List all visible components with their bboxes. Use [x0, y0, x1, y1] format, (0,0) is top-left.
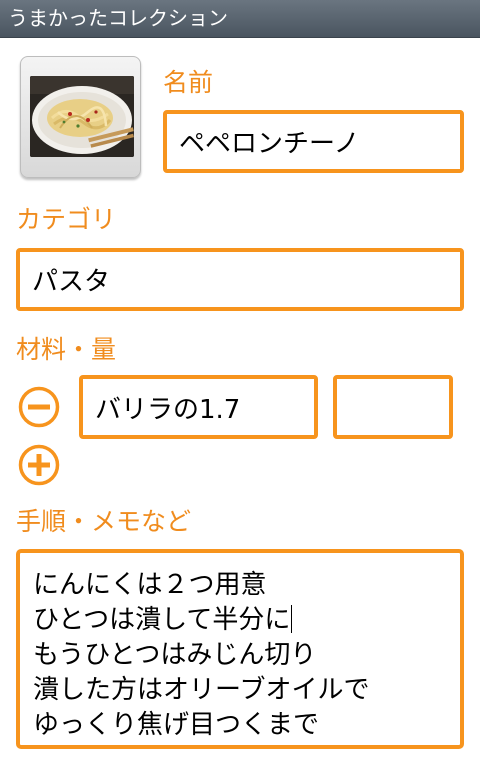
steps-label: 手順・メモなど: [16, 507, 192, 536]
remove-ingredient-button[interactable]: [18, 386, 60, 428]
name-field[interactable]: ペペロンチーノ: [163, 110, 464, 173]
category-value: パスタ: [32, 267, 111, 297]
steps-line: ゆっくり焦げ目つくまで: [33, 710, 320, 740]
steps-line: ひとつは潰して半分に: [33, 605, 291, 635]
app-titlebar: うまかったコレクション: [0, 0, 480, 38]
steps-line: もうひとつはみじん切り: [33, 640, 317, 670]
name-label: 名前: [163, 68, 214, 97]
photo-button[interactable]: [20, 56, 141, 178]
minus-circle-icon: [18, 386, 60, 428]
steps-line: 潰した方はオリーブオイルで: [33, 675, 370, 705]
pasta-plate-image: [30, 76, 134, 157]
category-label: カテゴリ: [16, 205, 117, 234]
plus-circle-icon: [18, 444, 60, 486]
category-field[interactable]: パスタ: [16, 248, 464, 311]
ingredient-item-field[interactable]: バリラの1.7: [79, 375, 318, 439]
app-title: うまかったコレクション: [8, 6, 228, 30]
steps-textarea[interactable]: にんにくは２つ用意 ひとつは潰して半分に もうひとつはみじん切り 潰した方はオリ…: [16, 549, 464, 749]
name-value: ペペロンチーノ: [179, 129, 360, 159]
steps-line: にんにくは２つ用意: [33, 570, 267, 600]
text-cursor: [291, 605, 293, 633]
ingredients-label: 材料・量: [16, 335, 117, 364]
steps-line-with-cursor: ひとつは潰して半分に: [33, 603, 460, 638]
dish-photo: [30, 76, 134, 157]
add-ingredient-button[interactable]: [18, 444, 60, 486]
ingredient-item-value: バリラの1.7: [95, 394, 241, 425]
ingredient-amount-field[interactable]: [333, 375, 453, 439]
